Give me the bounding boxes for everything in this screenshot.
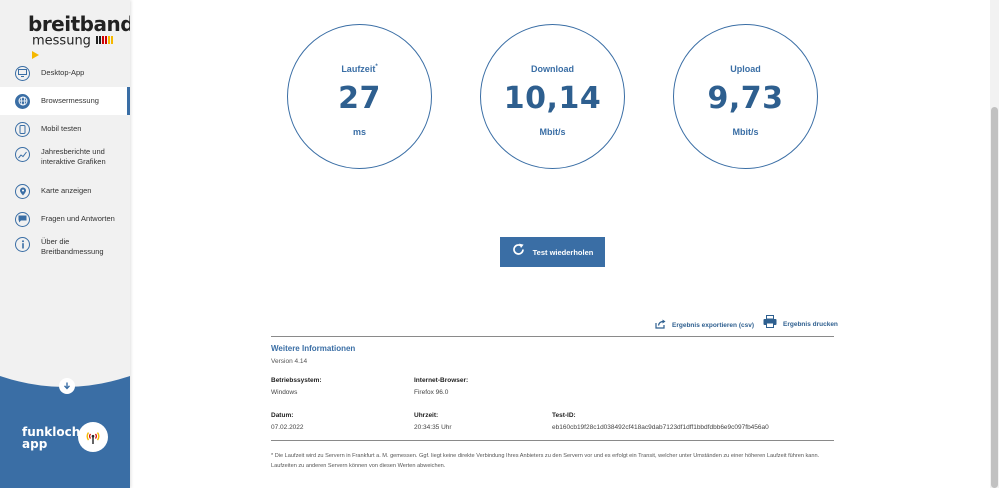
download-gauge: Download 10,14 Mbit/s — [480, 24, 625, 169]
version-text: Version 4.14 — [271, 358, 308, 365]
latency-footnote: * Die Laufzeit wird zu Servern in Frankf… — [271, 453, 820, 469]
date-label: Datum: — [271, 412, 294, 419]
latency-unit: ms — [352, 127, 366, 137]
sidebar-item-label: Desktop-App — [41, 68, 85, 77]
divider — [271, 336, 834, 337]
download-title: Download — [531, 64, 574, 74]
refresh-icon — [512, 243, 525, 261]
retry-test-button[interactable]: Test wiederholen — [500, 237, 605, 267]
sidebar-item-browsermessung[interactable]: Browsermessung — [0, 87, 130, 115]
printer-icon — [763, 315, 777, 333]
sidebar-item-label: Fragen und Antworten — [41, 214, 115, 223]
upload-unit: Mbit/s — [732, 127, 759, 137]
download-value: 10,14 — [503, 81, 602, 116]
latency-title: Laufzeit — [341, 64, 376, 74]
scrollbar-thumb[interactable] — [991, 107, 998, 488]
info-icon — [15, 237, 30, 252]
breitbandmessung-logo[interactable]: breitband messung — [28, 12, 130, 63]
latency-gauge: Laufzeit* 27 ms — [287, 24, 432, 169]
funkloch-line2: app — [22, 437, 48, 451]
sidebar: breitband messung Desktop-App Browsermes… — [0, 0, 130, 488]
page-scrollbar[interactable] — [990, 0, 999, 488]
sidebar-item-ueber[interactable]: Über die Breitbandmessung — [0, 233, 130, 267]
sidebar-nav: Desktop-App Browsermessung Mobil testen … — [0, 59, 130, 267]
sidebar-item-desktop-app[interactable]: Desktop-App — [0, 59, 130, 87]
export-csv-label: Ergebnis exportieren (csv) — [672, 321, 754, 329]
globe-icon — [15, 93, 30, 109]
logo-line2: messung — [32, 33, 91, 49]
info-section-title: Weitere Informationen — [271, 344, 356, 353]
sidebar-item-label: Browsermessung — [41, 96, 99, 105]
test-id-value: eb160cb19f28c1d038492cf418ac9dab7123df1d… — [552, 424, 769, 431]
sidebar-item-karte[interactable]: Karte anzeigen — [0, 177, 130, 205]
latency-footnote-marker: * — [375, 64, 378, 70]
print-result-link[interactable]: Ergebnis drucken — [763, 315, 838, 333]
logo-bars-icon — [96, 34, 114, 48]
test-id-label: Test-ID: — [552, 412, 576, 419]
logo-line1: breitband — [28, 12, 130, 36]
monitor-icon — [15, 65, 30, 81]
chevron-down-icon[interactable] — [59, 378, 75, 394]
browser-value: Firefox 96.0 — [414, 389, 449, 396]
upload-title: Upload — [730, 64, 761, 74]
latency-value: 27 — [338, 81, 381, 116]
date-value: 07.02.2022 — [271, 424, 304, 431]
time-label: Uhrzeit: — [414, 412, 439, 419]
antenna-icon[interactable] — [78, 422, 108, 452]
export-icon — [655, 316, 666, 334]
os-value: Windows — [271, 389, 298, 396]
divider — [271, 440, 834, 441]
download-unit: Mbit/s — [539, 127, 566, 137]
upload-value: 9,73 — [707, 81, 784, 116]
sidebar-item-label: Jahresberichte und interaktive Grafiken — [41, 147, 106, 166]
time-value: 20:34:35 Uhr — [414, 424, 452, 431]
funkloch-app-link[interactable]: funkloch- app — [22, 426, 85, 450]
sidebar-item-jahresberichte[interactable]: Jahresberichte und interaktive Grafiken — [0, 143, 130, 177]
export-csv-link[interactable]: Ergebnis exportieren (csv) — [655, 316, 754, 334]
sidebar-item-label: Karte anzeigen — [41, 186, 92, 195]
upload-gauge: Upload 9,73 Mbit/s — [673, 24, 818, 169]
page: breitband messung Desktop-App Browsermes… — [0, 0, 999, 488]
sidebar-item-label: Mobil testen — [41, 124, 82, 133]
chart-icon — [15, 147, 30, 162]
print-result-label: Ergebnis drucken — [783, 320, 838, 328]
browser-label: Internet-Browser: — [414, 377, 469, 384]
retry-test-label: Test wiederholen — [532, 247, 594, 257]
map-pin-icon — [15, 183, 30, 199]
os-label: Betriebssystem: — [271, 377, 322, 384]
mobile-icon — [15, 121, 30, 137]
sidebar-item-mobil-testen[interactable]: Mobil testen — [0, 115, 130, 143]
logo-arrow-icon — [32, 51, 39, 59]
sidebar-item-faq[interactable]: Fragen und Antworten — [0, 205, 130, 233]
sidebar-item-label: Über die Breitbandmessung — [41, 237, 104, 256]
chat-icon — [15, 211, 30, 227]
